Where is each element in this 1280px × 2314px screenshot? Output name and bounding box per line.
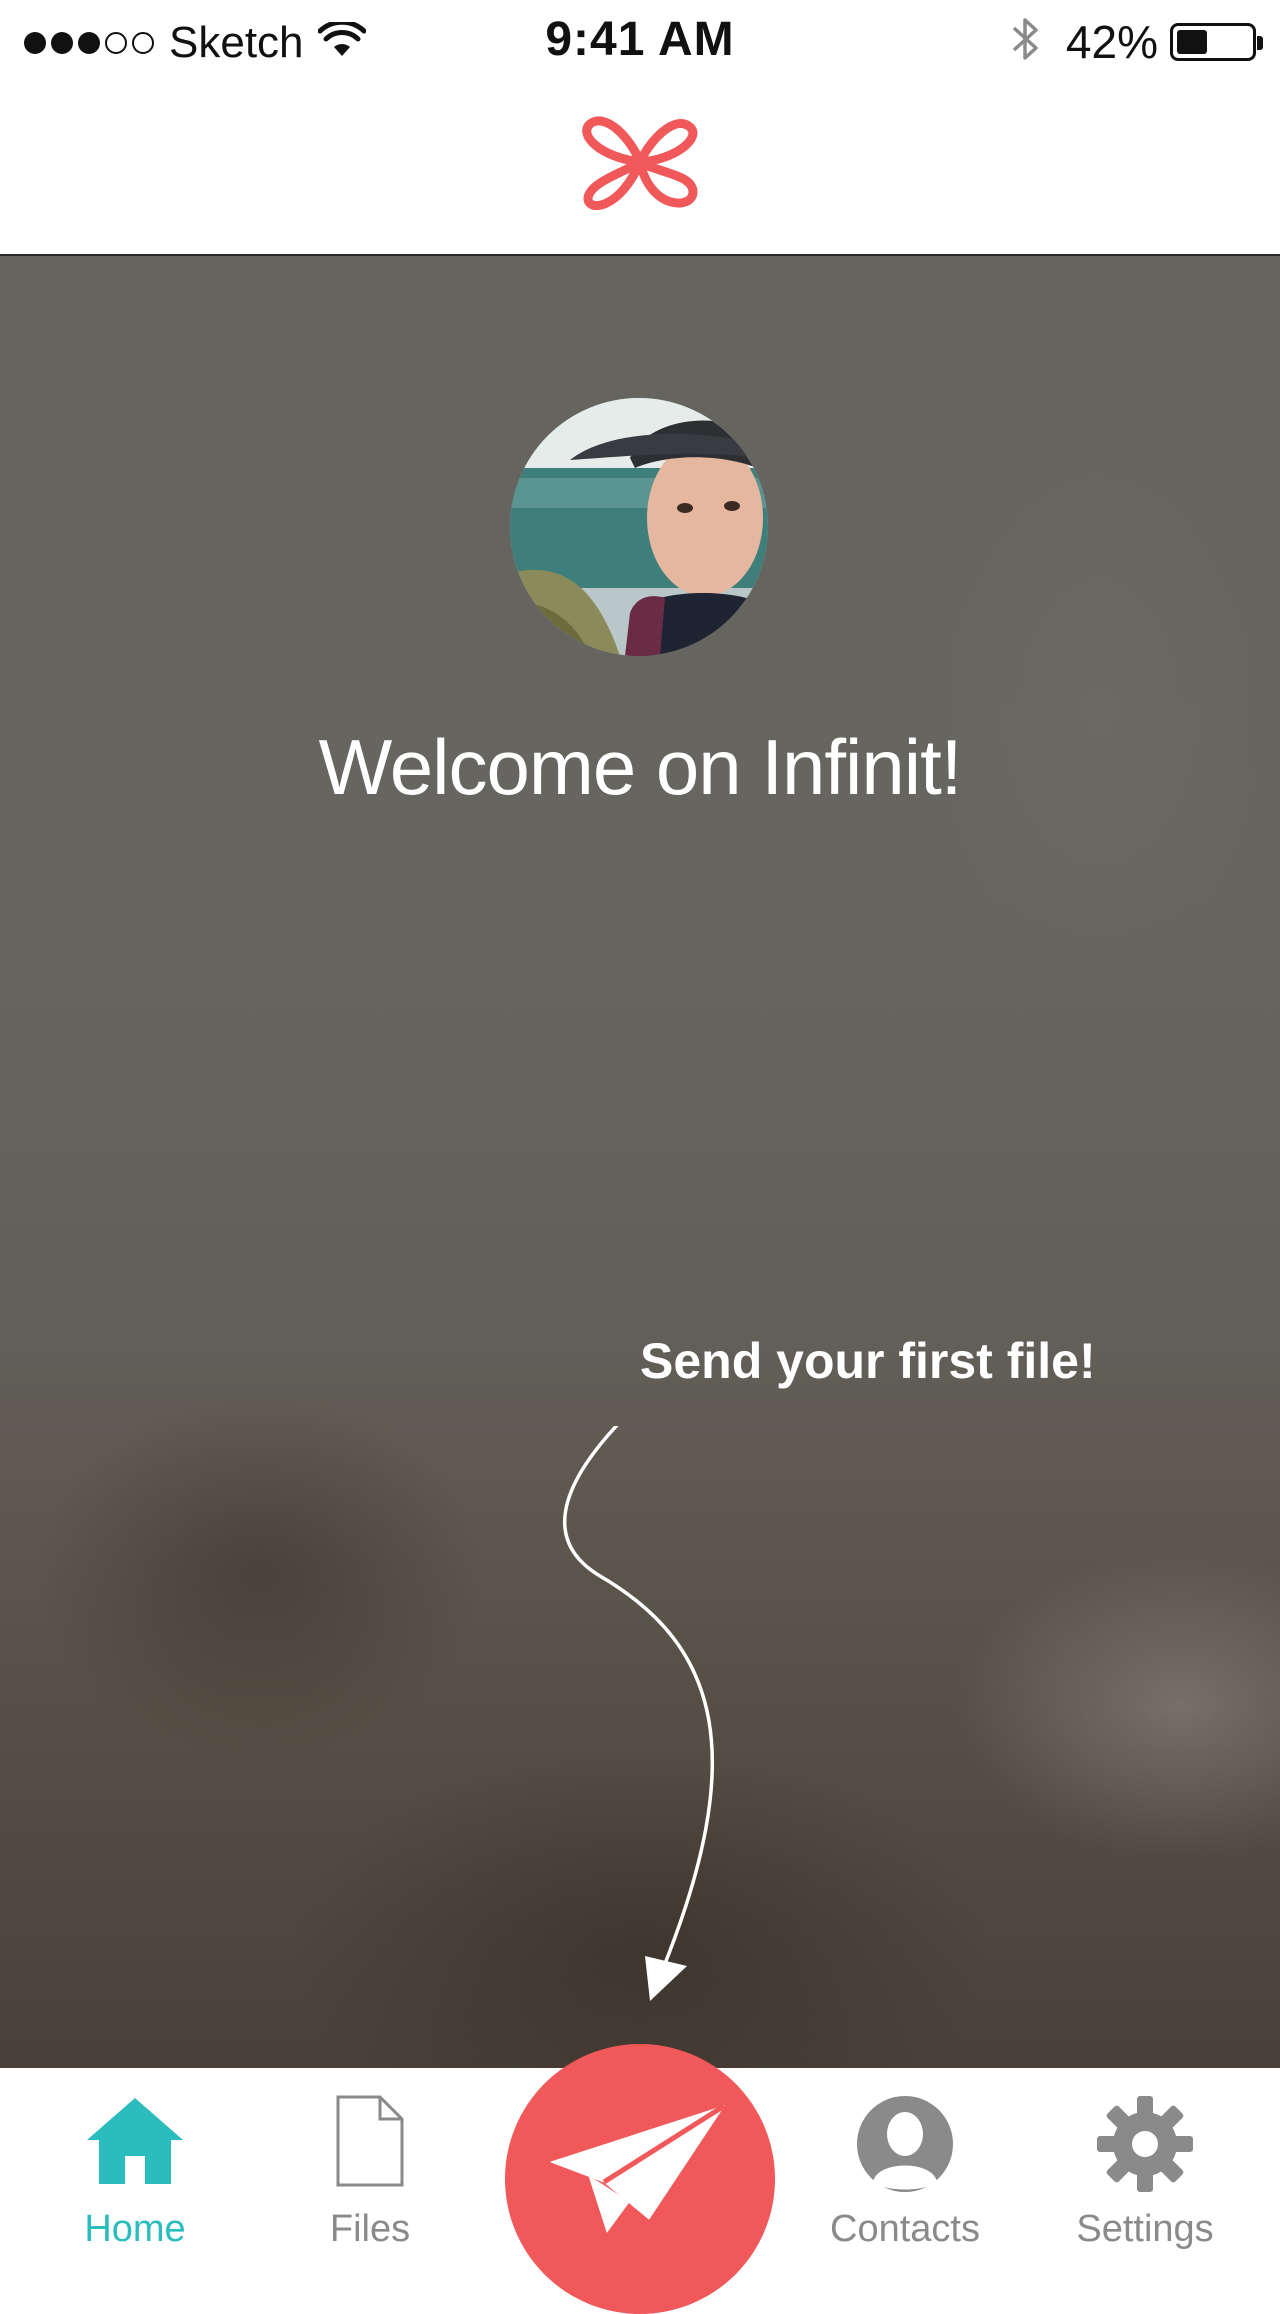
paper-plane-icon [549, 2103, 729, 2239]
welcome-hero: Welcome on Infinit! Send your first file… [0, 256, 1280, 2068]
tab-label: Settings [1076, 2208, 1214, 2250]
tab-label: Home [84, 2208, 186, 2250]
home-icon [83, 2094, 187, 2193]
gear-icon [1095, 2094, 1195, 2199]
bluetooth-icon [1010, 14, 1040, 69]
tab-files[interactable]: Files [280, 2068, 460, 2272]
avatar [510, 398, 768, 656]
tab-home[interactable]: Home [40, 2068, 230, 2272]
status-bar: Sketch 9:41 AM 42% [0, 0, 1280, 84]
battery-level [1177, 29, 1207, 54]
send-hint: Send your first file! [640, 1333, 1096, 1389]
welcome-title: Welcome on Infinit! [318, 723, 963, 811]
battery-icon [1170, 22, 1263, 61]
arrow-icon [520, 1420, 760, 2068]
tab-label: Contacts [830, 2208, 980, 2250]
tab-contacts[interactable]: Contacts [820, 2068, 990, 2272]
tab-settings[interactable]: Settings [1055, 2068, 1235, 2272]
tab-label: Files [329, 2208, 411, 2250]
contact-icon [855, 2094, 955, 2199]
infinit-logo [575, 102, 705, 229]
navigation-bar [0, 84, 1280, 256]
file-icon [334, 2094, 406, 2193]
send-file-button[interactable] [505, 2044, 775, 2314]
battery-percent: 42% [1065, 15, 1158, 68]
